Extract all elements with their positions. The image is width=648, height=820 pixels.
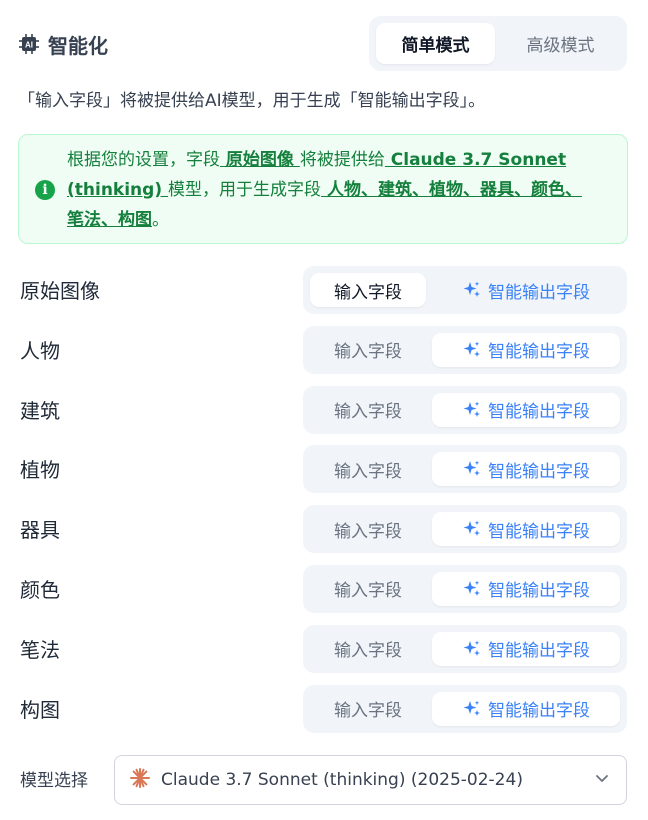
smart-output-label: 智能输出字段 bbox=[488, 581, 590, 602]
smart-output-label: 智能输出字段 bbox=[488, 701, 590, 722]
smart-output-label: 智能输出字段 bbox=[488, 282, 590, 303]
info-text-part: 模型，用于生成字段 bbox=[168, 180, 322, 200]
smart-output-field-button[interactable]: 智能输出字段 bbox=[432, 631, 620, 666]
field-mode-switch: 输入字段 智能输出字段 bbox=[303, 385, 627, 434]
simple-mode-button[interactable]: 简单模式 bbox=[376, 23, 495, 64]
sparkle-icon bbox=[462, 639, 482, 659]
field-mode-switch: 输入字段 智能输出字段 bbox=[303, 445, 627, 494]
info-input-field: 原始图像 bbox=[220, 150, 300, 170]
smart-output-field-button[interactable]: 智能输出字段 bbox=[432, 273, 620, 307]
smart-output-field-button[interactable]: 智能输出字段 bbox=[432, 691, 620, 726]
info-text-part: 。 bbox=[152, 210, 169, 230]
smart-output-label: 智能输出字段 bbox=[488, 461, 590, 482]
info-text-part: 将被提供给 bbox=[299, 150, 385, 170]
field-mode-switch: 输入字段 智能输出字段 bbox=[303, 564, 627, 613]
input-field-button[interactable]: 输入字段 bbox=[310, 333, 426, 367]
input-field-button[interactable]: 输入字段 bbox=[310, 452, 426, 486]
field-label: 人物 bbox=[20, 338, 60, 363]
field-mode-switch: 输入字段 智能输出字段 bbox=[303, 505, 627, 554]
field-label: 笔法 bbox=[20, 637, 60, 662]
field-label: 构图 bbox=[20, 697, 60, 722]
input-field-button[interactable]: 输入字段 bbox=[310, 632, 426, 666]
sparkle-icon bbox=[462, 340, 482, 360]
smart-output-field-button[interactable]: 智能输出字段 bbox=[432, 332, 620, 367]
model-select[interactable]: Claude 3.7 Sonnet (thinking) (2025-02-24… bbox=[114, 755, 627, 805]
info-alert: i 根据您的设置，字段 原始图像 将被提供给 Claude 3.7 Sonnet… bbox=[18, 134, 628, 244]
input-field-button[interactable]: 输入字段 bbox=[310, 273, 426, 307]
field-row: 器具 输入字段 智能输出字段 bbox=[0, 505, 648, 565]
sparkle-icon bbox=[462, 699, 482, 719]
field-row: 植物 输入字段 智能输出字段 bbox=[0, 445, 648, 505]
field-mode-switch: 输入字段 智能输出字段 bbox=[303, 624, 627, 673]
input-field-button[interactable]: 输入字段 bbox=[310, 512, 426, 546]
smart-output-field-button[interactable]: 智能输出字段 bbox=[432, 392, 620, 427]
field-row: 构图 输入字段 智能输出字段 bbox=[0, 684, 648, 745]
field-row: 笔法 输入字段 智能输出字段 bbox=[0, 624, 648, 685]
description: 「输入字段」将被提供给AI模型，用于生成「智能输出字段」。 bbox=[18, 91, 486, 111]
smart-output-label: 智能输出字段 bbox=[488, 402, 590, 423]
field-row: 原始图像 输入字段 智能输出字段 bbox=[0, 266, 648, 326]
field-label: 原始图像 bbox=[20, 279, 100, 303]
title-group: AI 智能化 bbox=[18, 28, 108, 60]
input-field-button[interactable]: 输入字段 bbox=[310, 572, 426, 606]
sparkle-icon bbox=[462, 579, 482, 599]
smart-output-field-button[interactable]: 智能输出字段 bbox=[432, 452, 620, 487]
page-title: 智能化 bbox=[48, 33, 108, 58]
sparkle-icon bbox=[462, 519, 482, 539]
smart-output-label: 智能输出字段 bbox=[488, 641, 590, 662]
field-row: 颜色 输入字段 智能输出字段 bbox=[0, 564, 648, 625]
smart-output-field-button[interactable]: 智能输出字段 bbox=[432, 571, 620, 606]
field-row: 建筑 输入字段 智能输出字段 bbox=[0, 385, 648, 446]
field-mode-switch: 输入字段 智能输出字段 bbox=[303, 325, 627, 374]
header: AI 智能化 简单模式 高级模式 bbox=[0, 0, 648, 88]
info-text-part: 根据您的设置，字段 bbox=[67, 150, 220, 170]
field-label: 器具 bbox=[20, 518, 60, 543]
sparkle-icon bbox=[462, 459, 482, 479]
ai-chip-icon: AI bbox=[18, 33, 40, 55]
sparkle-icon bbox=[462, 400, 482, 420]
field-list: 原始图像 输入字段 智能输出字段 人物 输入字段 智能输出字段 建筑 输入字段 智能输出字段 植物… bbox=[0, 266, 648, 744]
field-mode-switch: 输入字段 智能输出字段 bbox=[303, 684, 627, 733]
smart-output-label: 智能输出字段 bbox=[488, 521, 590, 542]
smart-output-field-button[interactable]: 智能输出字段 bbox=[432, 512, 620, 547]
field-label: 颜色 bbox=[20, 577, 60, 602]
model-select-label: 模型选择 bbox=[20, 771, 88, 791]
info-icon: i bbox=[35, 180, 55, 200]
input-field-button[interactable]: 输入字段 bbox=[310, 393, 426, 427]
input-field-button[interactable]: 输入字段 bbox=[310, 692, 426, 726]
model-select-value: Claude 3.7 Sonnet (thinking) (2025-02-24… bbox=[161, 770, 523, 790]
field-mode-switch: 输入字段 智能输出字段 bbox=[303, 266, 627, 314]
svg-text:AI: AI bbox=[25, 41, 33, 50]
field-row: 人物 输入字段 智能输出字段 bbox=[0, 325, 648, 386]
smart-output-label: 智能输出字段 bbox=[488, 342, 590, 363]
mode-switch: 简单模式 高级模式 bbox=[369, 16, 627, 71]
field-label: 植物 bbox=[20, 458, 60, 483]
info-text: 根据您的设置，字段 原始图像 将被提供给 Claude 3.7 Sonnet (… bbox=[67, 145, 587, 235]
advanced-mode-button[interactable]: 高级模式 bbox=[501, 23, 620, 64]
claude-logo-icon bbox=[129, 767, 151, 793]
chevron-down-icon bbox=[592, 768, 612, 792]
sparkle-icon bbox=[462, 280, 482, 300]
field-label: 建筑 bbox=[20, 398, 60, 423]
